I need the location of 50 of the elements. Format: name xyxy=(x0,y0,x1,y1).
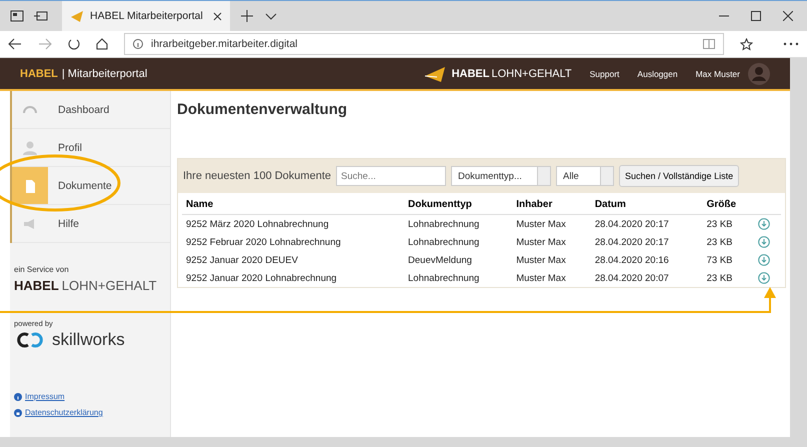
table-cell-text: 9252 Februar 2020 Lohnabrechnung xyxy=(185,236,342,250)
table-cell-text: Muster Max xyxy=(515,236,567,250)
footer-link[interactable]: Impressum xyxy=(25,392,65,401)
page-title: Dokumentenverwaltung xyxy=(177,101,348,118)
table-cell-text: 73 KB xyxy=(706,254,734,268)
header-link[interactable]: Ausloggen xyxy=(637,68,678,78)
column-header: Datum xyxy=(590,193,703,214)
logo-text: HABEL xyxy=(14,278,59,293)
table-cell: 28.04.2020 20:17 xyxy=(590,214,703,233)
table-cell-text: 28.04.2020 20:17 xyxy=(594,236,670,250)
table-cell-text: 28.04.2020 20:16 xyxy=(594,254,670,268)
table-cell-text: 9252 Januar 2020 DEUEV xyxy=(185,254,299,268)
table-cell: 23 KB xyxy=(702,214,754,233)
table-cell-text: Lohnabrechnung xyxy=(407,272,480,286)
sidebar-item[interactable]: Hilfe xyxy=(12,205,170,243)
column-header: Inhaber xyxy=(512,193,591,214)
table-cell-text: DeuevMeldung xyxy=(407,254,473,268)
logo-text: LOHN+GEHALT xyxy=(491,68,572,80)
column-header: Dokumenttyp xyxy=(404,193,512,214)
browser-tab[interactable]: HABEL Mitarbeiterportal xyxy=(62,1,230,31)
table-cell: 9252 März 2020 Lohnabrechnung xyxy=(182,214,404,233)
user-name[interactable]: Max Muster xyxy=(696,68,740,78)
search-field[interactable]: Suche... xyxy=(336,166,446,186)
table-cell-text: 23 KB xyxy=(706,236,734,250)
column-header: Größe xyxy=(702,193,754,214)
tab-title: HABEL Mitarbeiterportal xyxy=(90,10,204,22)
address-field[interactable]: ihrarbeitgeber.mitarbeiter.digital xyxy=(124,33,724,55)
table-cell-text: 9252 Januar 2020 Lohnabrechnung xyxy=(185,272,338,286)
portal-title: | Mitarbeiterportal xyxy=(62,68,148,80)
table-cell-text: 28.04.2020 20:07 xyxy=(594,272,670,286)
brand-name: HABEL xyxy=(20,68,58,80)
sidebar-item[interactable]: Dashboard xyxy=(12,91,170,129)
table-cell: Muster Max xyxy=(512,214,591,233)
table-cell-text: 23 KB xyxy=(706,272,734,286)
table-cell-text: Muster Max xyxy=(515,254,567,268)
panel-label: Ihre neuesten 100 Dokumente xyxy=(183,170,331,182)
logo-text: LOHN+GEHALT xyxy=(62,278,157,293)
column-header: Name xyxy=(182,193,404,214)
search-button[interactable]: Suchen / Vollständige Liste xyxy=(619,165,740,187)
table-cell: Lohnabrechnung xyxy=(404,214,512,233)
table-cell-text: Lohnabrechnung xyxy=(407,236,480,250)
footer-link[interactable]: Datenschutzerklärung xyxy=(25,408,103,417)
owner-dropdown[interactable]: Alle xyxy=(556,166,614,186)
document-type-dropdown[interactable]: Dokumenttyp... xyxy=(451,166,551,186)
logo-text: HABEL xyxy=(452,68,490,80)
table-cell-text: Muster Max xyxy=(515,272,567,286)
header-link[interactable]: Support xyxy=(590,68,620,78)
sidebar-item[interactable]: Dokumente xyxy=(12,167,170,205)
logo-text: skillworks xyxy=(52,330,125,350)
service-label: ein Service von xyxy=(14,265,70,274)
